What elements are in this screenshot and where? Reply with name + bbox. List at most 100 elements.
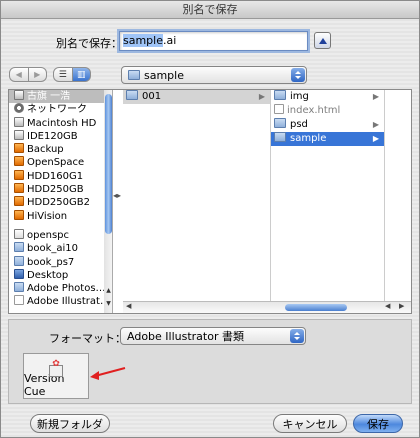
back-button[interactable]: ◀	[9, 67, 29, 82]
column-item-label: 001	[142, 91, 162, 102]
back-forward-buttons: ◀ ▶	[9, 67, 47, 82]
location-popup[interactable]: sample	[121, 66, 307, 84]
back-arrow-icon: ◀	[15, 70, 22, 79]
list-view-button[interactable]: ☰	[53, 67, 73, 82]
folder-icon	[274, 90, 286, 100]
scroll-right-arrow-icon[interactable]: ▶	[399, 302, 404, 310]
save-button[interactable]: 保存	[353, 414, 403, 433]
version-cue-button[interactable]: ✿ Version Cue	[23, 353, 89, 399]
sidebar-item-book-ps7[interactable]: book_ps7	[9, 255, 112, 269]
triangle-up-icon	[318, 37, 327, 44]
scroll-up-arrow-icon[interactable]: ▲	[105, 287, 112, 294]
format-popup[interactable]: Adobe Illustrator 書類	[120, 327, 306, 345]
sidebar-item-label: ネットワーク	[27, 104, 87, 116]
sidebar-item-label: openspc	[27, 229, 70, 241]
sidebar-item-openspc[interactable]: openspc	[9, 228, 112, 242]
sidebar-scrollbar[interactable]: ▲ ▼	[104, 90, 112, 313]
sidebar-item-desktop[interactable]: Desktop	[9, 268, 112, 282]
forward-arrow-icon: ▶	[34, 70, 41, 79]
disk-icon	[14, 116, 24, 127]
column-item-sample[interactable]: sample ▶	[271, 132, 384, 146]
external-disk-icon	[14, 156, 24, 167]
sidebar-item-adobe-illustrator[interactable]: Adobe Illustrat…	[9, 295, 112, 308]
folder-icon	[14, 255, 24, 266]
collapse-dialog-button[interactable]	[314, 32, 331, 49]
location-popup-value: sample	[144, 68, 184, 82]
column-view-button[interactable]: ▥	[72, 67, 91, 82]
sidebar-item-label: Macintosh HD	[27, 117, 97, 129]
sidebar-item-hdd250gb[interactable]: HDD250GB	[9, 183, 112, 196]
column-item-001[interactable]: 001 ▶	[123, 90, 270, 104]
scroll-down-arrow-icon[interactable]: ▼	[105, 300, 112, 307]
cancel-button[interactable]: キャンセル	[273, 414, 347, 433]
document-icon	[14, 295, 24, 306]
new-folder-button[interactable]: 新規フォルダ	[30, 414, 110, 433]
chevron-right-icon: ▶	[372, 134, 379, 143]
scroll-left-arrow-icon[interactable]: ◀	[385, 302, 390, 310]
sidebar-item-backup[interactable]: Backup	[9, 143, 112, 156]
column-2: img ▶ index.html psd ▶ sample ▶	[271, 90, 385, 313]
sidebar-item-hdd250gb2[interactable]: HDD250GB2	[9, 196, 112, 209]
chevron-right-icon: ▶	[372, 92, 379, 101]
filename-extension: .ai	[163, 34, 177, 47]
sidebar-item-label: HDD160G1	[27, 170, 84, 182]
sidebar-item-user[interactable]: 古旗 一浩	[9, 90, 112, 104]
format-label: フォーマット：	[49, 332, 126, 345]
external-disk-icon	[14, 209, 24, 220]
network-icon	[14, 103, 24, 114]
sidebar-item-label: book_ai10	[27, 243, 79, 255]
sidebar-item-hdd160g1[interactable]: HDD160G1	[9, 169, 112, 183]
sidebar-item-adobe-photoshop[interactable]: Adobe Photos…	[9, 282, 112, 295]
folder-icon	[126, 90, 138, 100]
save-as-dialog: 別名で保存 別名で保存： sample.ai ◀ ▶ ☰ ▥ sample 古旗…	[0, 0, 420, 438]
column-horizontal-scrollbar[interactable]: ◀ ◀ ▶	[123, 301, 411, 313]
sidebar-item-hivision[interactable]: HiVision	[9, 209, 112, 223]
sidebar-item-label: Adobe Illustrat…	[27, 296, 110, 308]
desktop-icon	[14, 268, 24, 279]
sidebar-resize-handle-icon[interactable]: ◂▸	[113, 185, 121, 205]
list-view-icon: ☰	[58, 69, 67, 80]
column-item-psd[interactable]: psd ▶	[271, 118, 384, 132]
column-item-index-html: index.html	[271, 104, 384, 118]
sidebar-item-network[interactable]: ネットワーク	[9, 103, 112, 116]
window-title: 別名で保存	[1, 1, 419, 19]
horizontal-scroll-thumb[interactable]	[285, 304, 347, 311]
forward-button[interactable]: ▶	[28, 67, 47, 82]
scroll-left-arrow-icon[interactable]: ◀	[126, 302, 131, 310]
sidebar-item-macintosh-hd[interactable]: Macintosh HD	[9, 116, 112, 130]
column-item-img[interactable]: img ▶	[271, 90, 384, 104]
file-browser: 古旗 一浩 ネットワーク Macintosh HD IDE120GB Backu…	[8, 89, 412, 314]
popup-arrows-icon	[290, 329, 304, 343]
sidebar-item-openspace[interactable]: OpenSpace	[9, 156, 112, 169]
chevron-right-icon: ▶	[372, 120, 379, 129]
filename-selected-text: sample	[123, 34, 163, 47]
disk-icon	[14, 129, 24, 140]
sidebar-item-label: book_ps7	[27, 256, 75, 268]
folder-icon	[14, 242, 24, 253]
sidebar-item-book-ai10[interactable]: book_ai10	[9, 242, 112, 255]
sidebar-item-ide120gb[interactable]: IDE120GB	[9, 129, 112, 143]
html-file-icon	[274, 104, 284, 114]
disk-icon	[14, 90, 24, 100]
folder-icon	[274, 118, 286, 128]
sidebar-item-label: HDD250GB	[27, 184, 84, 196]
column-view-icon: ▥	[76, 69, 86, 80]
popup-arrows-icon	[291, 68, 305, 82]
column-1: 001 ▶	[123, 90, 271, 313]
column-item-label: index.html	[287, 105, 341, 116]
column-item-label: img	[290, 91, 309, 102]
external-disk-icon	[14, 169, 24, 180]
sidebar-scroll-thumb[interactable]	[105, 94, 112, 234]
column-item-label: sample	[290, 133, 327, 144]
save-as-label: 別名で保存：	[56, 37, 122, 50]
red-arrow-icon	[90, 367, 126, 380]
sidebar-item-label: IDE120GB	[27, 130, 78, 142]
external-disk-icon	[14, 183, 24, 194]
filename-input[interactable]: sample.ai	[119, 31, 308, 51]
sidebar-item-label: Adobe Photos…	[27, 283, 106, 295]
sidebar-item-label: HDD250GB2	[27, 197, 90, 209]
home-icon	[14, 228, 24, 239]
chevron-right-icon: ▶	[258, 92, 265, 101]
version-cue-icon: ✿	[46, 360, 66, 377]
sidebar-item-label: Backup	[27, 144, 64, 156]
